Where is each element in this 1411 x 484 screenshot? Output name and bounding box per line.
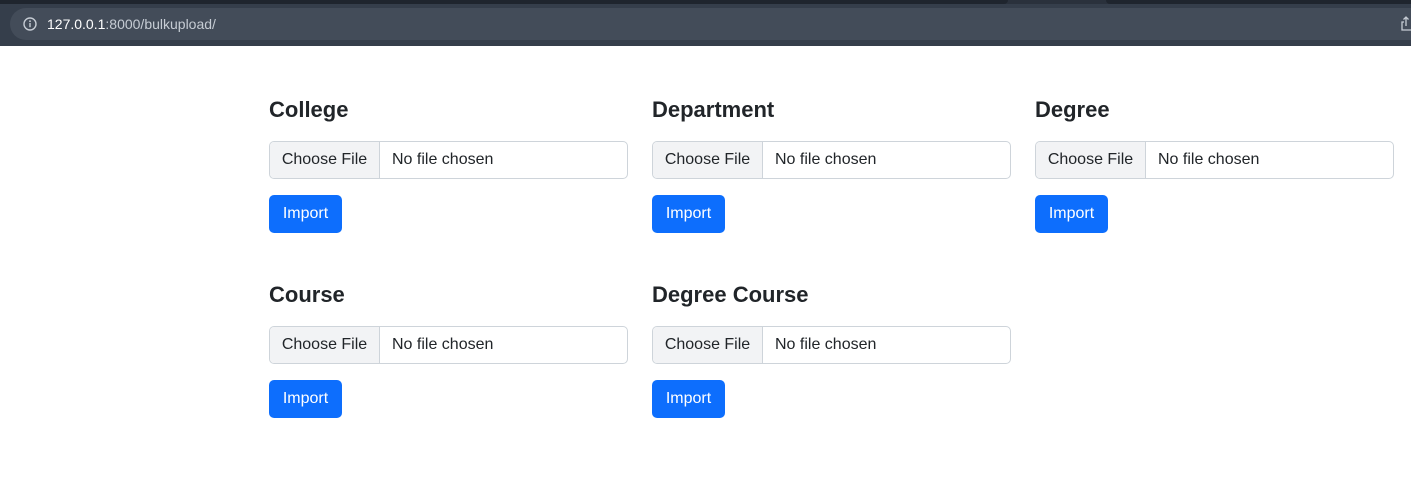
choose-file-button[interactable]: Choose File (653, 327, 763, 363)
file-status: No file chosen (1158, 151, 1260, 168)
address-bar[interactable]: 127.0.0.1:8000/bulkupload/ (10, 8, 1411, 40)
file-status: No file chosen (392, 336, 494, 353)
import-button[interactable]: Import (269, 195, 342, 233)
choose-file-button[interactable]: Choose File (270, 327, 380, 363)
choose-file-button[interactable]: Choose File (653, 142, 763, 178)
import-button[interactable]: Import (269, 380, 342, 418)
file-input[interactable]: Choose File No file chosen (652, 141, 1011, 179)
file-input[interactable]: Choose File No file chosen (652, 326, 1011, 364)
section-title: College (269, 97, 349, 122)
section-title: Degree Course (652, 282, 809, 307)
url-host: 127.0.0.1 (47, 16, 106, 32)
browser-tab[interactable] (1106, 0, 1411, 4)
upload-form-degree: Degree Choose File No file chosen Import (1035, 96, 1394, 233)
upload-form-college: College Choose File No file chosen Impor… (269, 96, 628, 233)
file-input[interactable]: Choose File No file chosen (269, 326, 628, 364)
import-button[interactable]: Import (1035, 195, 1108, 233)
section-title: Department (652, 97, 775, 122)
file-input[interactable]: Choose File No file chosen (269, 141, 628, 179)
url-path: :8000/bulkupload/ (105, 16, 216, 32)
import-button[interactable]: Import (652, 195, 725, 233)
upload-form-department: Department Choose File No file chosen Im… (652, 96, 1011, 233)
section-title: Degree (1035, 97, 1110, 122)
choose-file-button[interactable]: Choose File (1036, 142, 1146, 178)
file-status: No file chosen (775, 151, 877, 168)
file-status: No file chosen (775, 336, 877, 353)
import-button[interactable]: Import (652, 380, 725, 418)
upload-form-course: Course Choose File No file chosen Import (269, 281, 628, 418)
url-text[interactable]: 127.0.0.1:8000/bulkupload/ (47, 16, 216, 32)
browser-toolbar: 127.0.0.1:8000/bulkupload/ (0, 0, 1411, 46)
tab-strip (0, 0, 1411, 4)
share-icon[interactable] (1401, 16, 1411, 32)
choose-file-button[interactable]: Choose File (270, 142, 380, 178)
browser-tab[interactable] (0, 0, 1008, 4)
file-input[interactable]: Choose File No file chosen (1035, 141, 1394, 179)
upload-form-degree-course: Degree Course Choose File No file chosen… (652, 281, 1011, 418)
section-title: Course (269, 282, 345, 307)
info-icon[interactable] (22, 16, 38, 32)
file-status: No file chosen (392, 151, 494, 168)
